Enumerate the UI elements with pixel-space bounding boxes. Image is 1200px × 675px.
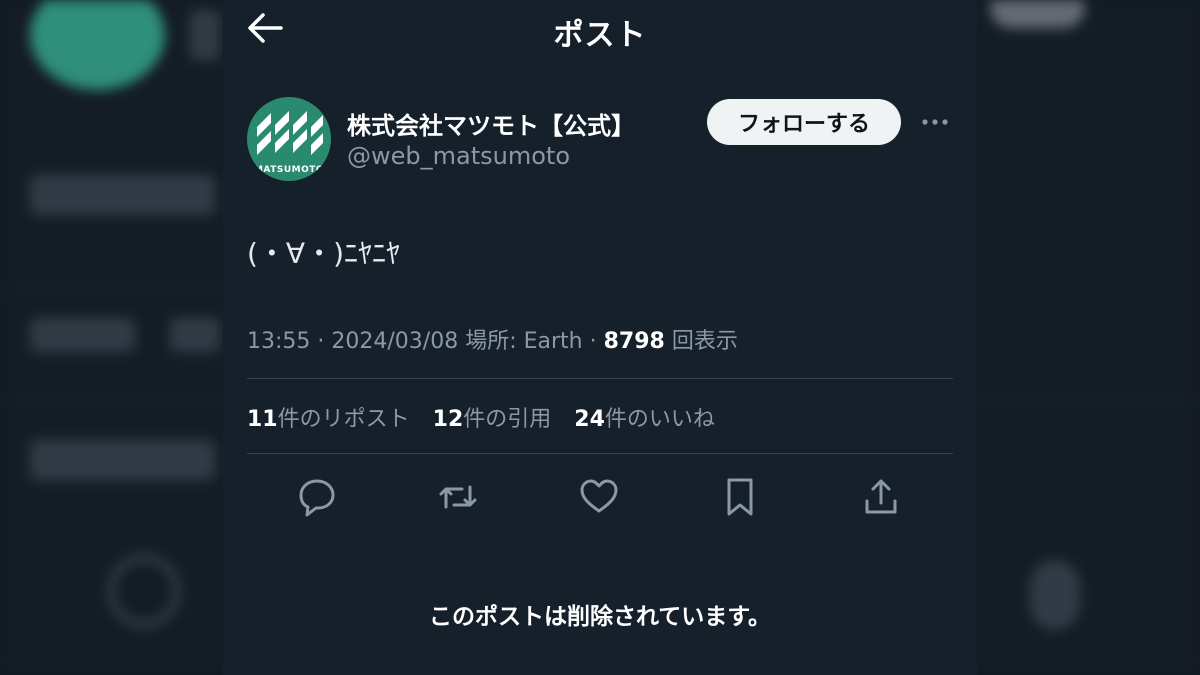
like-button[interactable] bbox=[577, 475, 621, 519]
likes-stat[interactable]: 24件のいいね bbox=[574, 407, 715, 432]
top-bar: ポスト bbox=[223, 0, 977, 56]
views-label: 回表示 bbox=[671, 329, 738, 354]
avatar-brand-text: MATSUMOTO bbox=[253, 165, 325, 175]
author-display-name[interactable]: 株式会社マツモト【公式】 bbox=[347, 106, 635, 141]
repost-icon bbox=[439, 485, 477, 509]
action-bar bbox=[263, 475, 943, 519]
blurred-avatar bbox=[30, 0, 165, 90]
blurred-button bbox=[990, 0, 1085, 28]
quotes-label: 件の引用 bbox=[463, 407, 552, 432]
divider bbox=[247, 378, 953, 379]
blurred-icon bbox=[108, 555, 180, 627]
post-location: 場所: Earth bbox=[465, 329, 583, 354]
post-meta: 13:55 · 2024/03/08 場所: Earth · 8798 回表示 bbox=[247, 329, 738, 354]
avatar[interactable]: MATSUMOTO bbox=[247, 97, 331, 181]
quotes-stat[interactable]: 12件の引用 bbox=[433, 407, 552, 432]
more-icon bbox=[922, 119, 948, 125]
post-detail-panel: ポスト MATSUMOTO 株式会社マツモト【公式】 @web_matsumot… bbox=[223, 0, 977, 675]
post-text: (・∀・)ﾆﾔﾆﾔ bbox=[247, 237, 401, 270]
blurred-divider bbox=[0, 290, 220, 291]
blurred-divider bbox=[0, 400, 220, 401]
bookmark-button[interactable] bbox=[718, 475, 762, 519]
page-title: ポスト bbox=[553, 18, 647, 53]
reposts-label: 件のリポスト bbox=[277, 407, 410, 432]
post-date[interactable]: 2024/03/08 bbox=[331, 329, 458, 354]
blurred-icon bbox=[1030, 560, 1080, 630]
engagement-stats: 11件のリポスト 12件の引用 24件のいいね bbox=[247, 401, 731, 433]
likes-label: 件のいいね bbox=[604, 407, 715, 432]
heart-icon bbox=[580, 479, 618, 513]
share-icon bbox=[865, 479, 897, 514]
author-handle[interactable]: @web_matsumoto bbox=[347, 142, 570, 170]
reply-button[interactable] bbox=[295, 475, 339, 519]
divider bbox=[247, 453, 953, 454]
reply-icon bbox=[299, 479, 335, 517]
follow-button[interactable]: フォローする bbox=[707, 99, 901, 145]
blurred-text bbox=[30, 175, 215, 215]
blurred-text bbox=[30, 318, 135, 352]
reposts-stat[interactable]: 11件のリポスト bbox=[247, 407, 410, 432]
blurred-divider bbox=[980, 400, 1200, 401]
share-button[interactable] bbox=[859, 475, 903, 519]
likes-count: 24 bbox=[574, 407, 605, 432]
blurred-text bbox=[190, 10, 220, 60]
bookmark-icon bbox=[727, 478, 753, 516]
post-time[interactable]: 13:55 bbox=[247, 329, 310, 354]
more-options-button[interactable] bbox=[917, 108, 953, 136]
deleted-post-notice: このポストは削除されています。 bbox=[428, 604, 771, 630]
blurred-text bbox=[170, 318, 220, 352]
quotes-count: 12 bbox=[432, 407, 464, 432]
blurred-text bbox=[30, 440, 215, 480]
reposts-count: 11 bbox=[247, 407, 278, 432]
views-count: 8798 bbox=[603, 329, 665, 354]
repost-button[interactable] bbox=[436, 475, 480, 519]
